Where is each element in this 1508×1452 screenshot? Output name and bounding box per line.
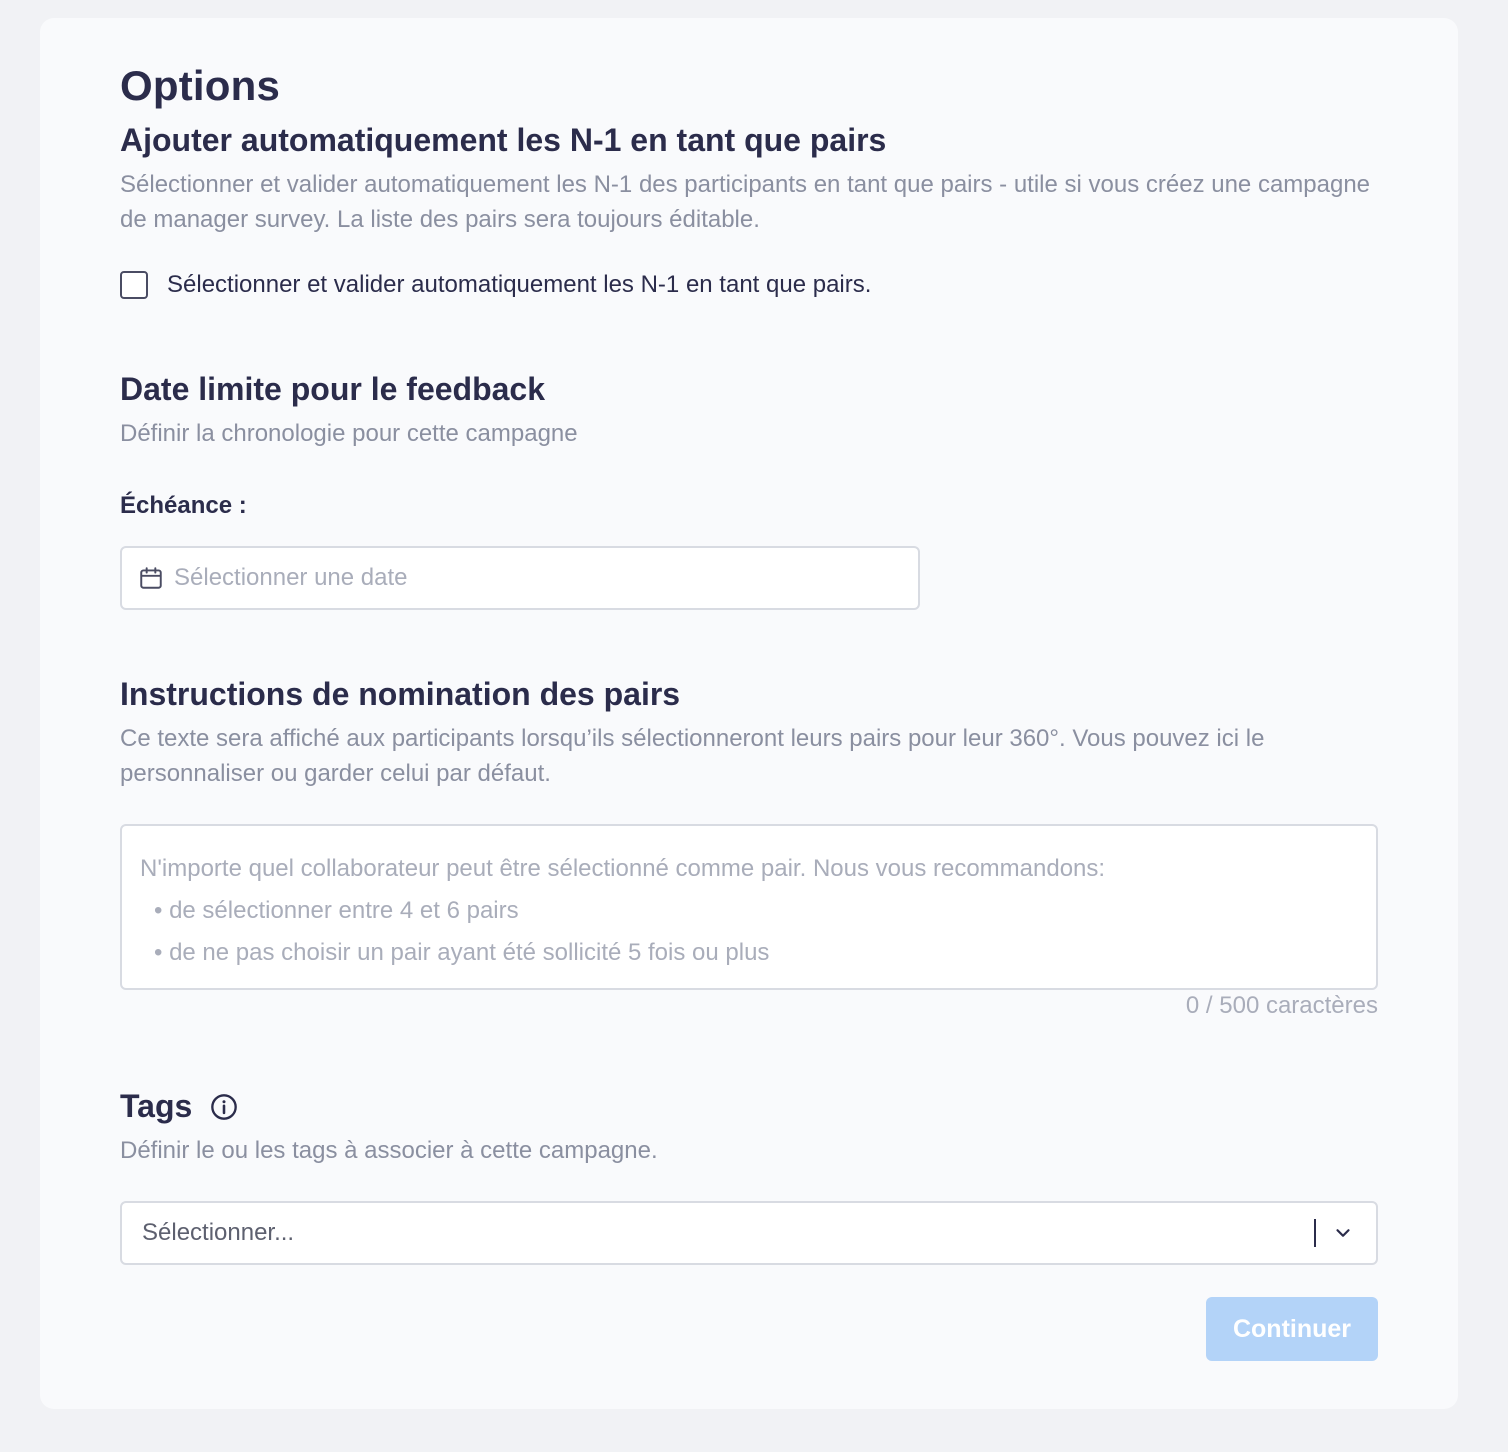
continue-button[interactable]: Continuer xyxy=(1206,1297,1378,1361)
chevron-down-icon[interactable] xyxy=(1332,1222,1354,1244)
date-placeholder: Sélectionner une date xyxy=(174,564,408,591)
page-title: Options xyxy=(120,62,281,109)
tags-title-row: Tags xyxy=(120,1088,238,1125)
deadline-field-label: Échéance : xyxy=(120,492,247,519)
tags-description: Définir le ou les tags à associer à cett… xyxy=(120,1137,658,1164)
info-icon[interactable] xyxy=(210,1093,238,1121)
tags-select[interactable]: Sélectionner... xyxy=(120,1201,1378,1265)
auto-peers-checkbox-label[interactable]: Sélectionner et valider automatiquement … xyxy=(167,271,871,299)
auto-peers-checkbox-row[interactable]: Sélectionner et valider automatiquement … xyxy=(120,271,871,299)
deadline-date-input[interactable]: Sélectionner une date xyxy=(120,546,920,610)
instructions-placeholder-bullet: • de ne pas choisir un pair ayant été so… xyxy=(154,939,770,966)
tags-title: Tags xyxy=(120,1088,193,1124)
instructions-placeholder-intro: N'importe quel collaborateur peut être s… xyxy=(140,855,1106,882)
instructions-placeholder-bullet: • de sélectionner entre 4 et 6 pairs xyxy=(154,897,519,924)
character-counter: 0 / 500 caractères xyxy=(1185,992,1378,1019)
instructions-description: Ce texte sera affiché aux participants l… xyxy=(120,725,1265,787)
instructions-textarea[interactable]: N'importe quel collaborateur peut être s… xyxy=(120,824,1378,990)
instructions-title: Instructions de nomination des pairs xyxy=(120,676,681,712)
tags-select-placeholder: Sélectionner... xyxy=(142,1219,295,1246)
auto-peers-checkbox[interactable] xyxy=(120,271,148,299)
select-separator xyxy=(1314,1219,1316,1247)
auto-peers-title: Ajouter automatiquement les N-1 en tant … xyxy=(120,122,887,158)
deadline-description: Définir la chronologie pour cette campag… xyxy=(120,420,578,447)
calendar-icon xyxy=(140,567,162,589)
deadline-title: Date limite pour le feedback xyxy=(120,371,546,407)
options-card: Options Ajouter automatiquement les N-1 … xyxy=(40,18,1458,1409)
auto-peers-description: Sélectionner et valider automatiquement … xyxy=(120,171,1371,233)
